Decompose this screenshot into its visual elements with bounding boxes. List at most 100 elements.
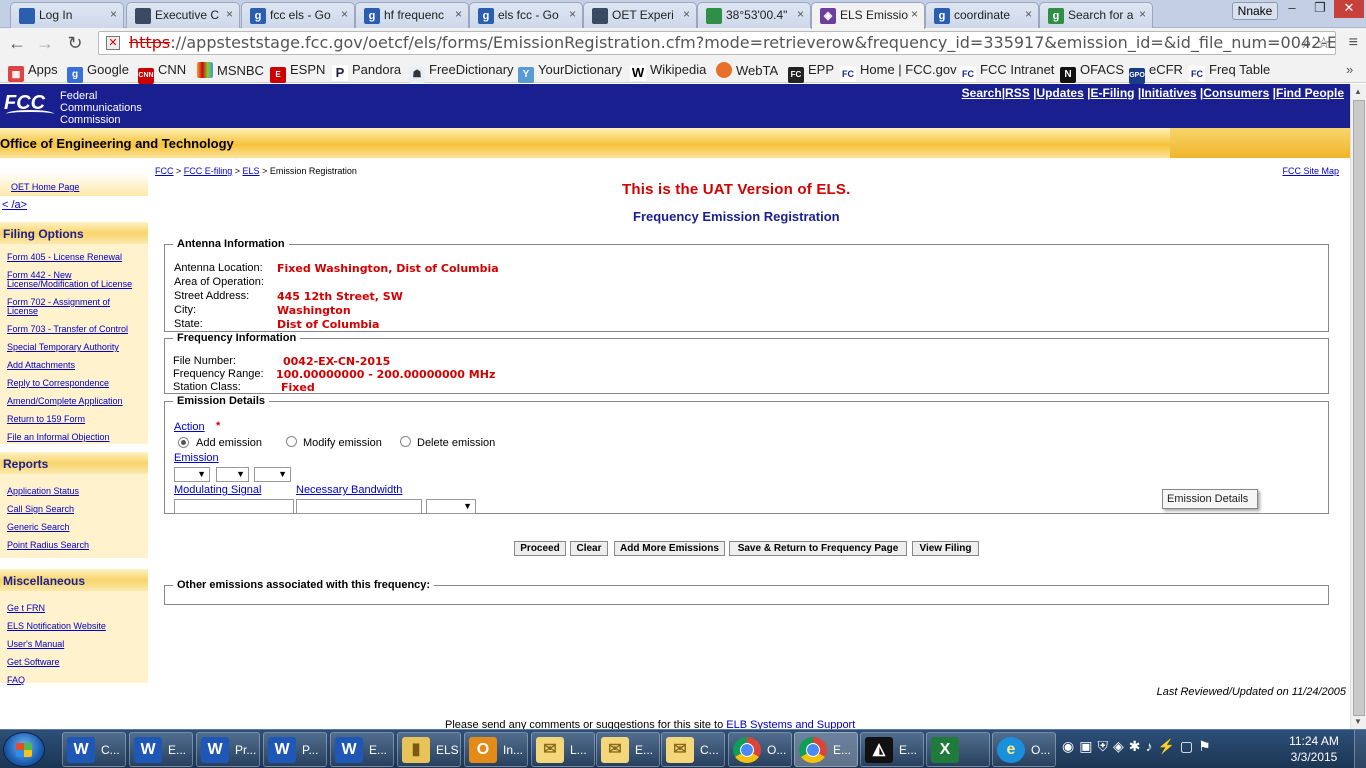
close-tab-icon[interactable]: × [455,7,462,21]
user-profile-button[interactable]: Nnake [1232,2,1278,20]
bookmark-pandora[interactable]: P Pandora [332,62,401,81]
browser-tab[interactable]: Executive C × [126,2,240,28]
close-tab-icon[interactable]: × [911,7,918,21]
taskbar-item[interactable]: ✉ L... [531,732,595,767]
bookmark-star-icon[interactable]: ☆ [1317,33,1331,52]
close-window-icon[interactable]: ✕ [1334,0,1364,18]
scroll-up-arrow-icon[interactable]: ▲ [1354,87,1362,96]
browser-tab[interactable]: g hf frequenc × [355,2,469,28]
bookmark-espn[interactable]: E ESPN [270,62,325,83]
bookmark-freq-table[interactable]: FC Freq Table [1189,62,1270,82]
maximize-icon[interactable]: ❐ [1306,0,1334,18]
office-tray-icon[interactable]: ▢ [1180,738,1198,754]
start-button[interactable] [3,732,45,767]
emission-select-1[interactable] [174,467,210,482]
scroll-down-arrow-icon[interactable]: ▼ [1354,717,1362,726]
bookmark-apps[interactable]: ▦ Apps [8,62,58,82]
taskbar-item-active[interactable]: E... [794,732,858,767]
bookmark-google[interactable]: g Google [67,62,129,83]
vm-tray-icon[interactable]: ▣ [1079,738,1097,754]
taskbar-item[interactable]: X [926,732,990,767]
taskbar-item[interactable]: ▮ ELS [397,732,461,767]
sidebar-item-add-attachments[interactable]: Add Attachments [7,360,75,370]
link-updates[interactable]: Updates [1036,86,1083,100]
power-icon[interactable]: ⚡ [1157,738,1179,754]
proceed-button[interactable]: Proceed [514,541,566,556]
browser-tab[interactable]: 38°53'00.4" × [697,2,811,28]
taskbar-item[interactable]: e O... [992,732,1056,767]
elb-systems-support-link[interactable]: ELB Systems and Support [726,719,855,729]
sidebar-item-amend[interactable]: Amend/Complete Application [7,396,123,406]
chrome-menu-icon[interactable]: ≡ [1349,34,1358,52]
breadcrumb-efiling[interactable]: FCC E-filing [184,166,233,176]
taskbar-item[interactable]: ◭ E... [860,732,924,767]
link-rss[interactable]: RSS [1005,86,1030,100]
bookmark-epp[interactable]: FC EPP [788,62,834,83]
emission-select-2[interactable] [216,467,249,482]
radio-modify-emission[interactable] [286,436,297,447]
bookmark-yourdictionary[interactable]: Y YourDictionary [518,62,622,83]
close-tab-icon[interactable]: × [110,7,117,21]
network-tray-icon[interactable]: ◈ [1113,738,1129,754]
forward-arrow-icon[interactable]: → [34,32,56,54]
bluetooth-icon[interactable]: ✱ [1129,738,1146,754]
bookmark-msnbc[interactable]: MSNBC [197,62,264,78]
browser-tab[interactable]: Log In × [10,2,124,28]
breadcrumb-els[interactable]: ELS [243,166,260,176]
sidebar-item-generic-search[interactable]: Generic Search [7,522,70,532]
show-desktop-button[interactable] [1354,730,1366,768]
browser-tab[interactable]: g els fcc - Go × [469,2,583,28]
taskbar-item[interactable]: ✉ E... [596,732,660,767]
link-initiatives[interactable]: Initiatives [1141,86,1196,100]
taskbar-item[interactable]: W E... [129,732,193,767]
sidebar-item-users-manual[interactable]: User's Manual [7,639,64,649]
taskbar-item[interactable]: W C... [62,732,126,767]
browser-tab-active[interactable]: ◈ ELS Emissio × [811,2,925,29]
sidebar-stray-link[interactable]: < /a> [2,200,27,211]
fcc-site-map-link[interactable]: FCC Site Map [1282,166,1339,176]
sidebar-item-form-405[interactable]: Form 405 - License Renewal [7,252,122,262]
bookmark-fcc-intranet[interactable]: FC FCC Intranet [960,62,1054,82]
taskbar-item[interactable]: O... [728,732,792,767]
close-tab-icon[interactable]: × [341,7,348,21]
emission-select-3[interactable] [254,467,291,482]
link-consumers[interactable]: Consumers [1203,86,1269,100]
taskbar-item[interactable]: W P... [263,732,327,767]
taskbar-item[interactable]: W E... [330,732,394,767]
browser-tab[interactable]: g coordinate × [925,2,1039,28]
sidebar-item-get-software[interactable]: Get Software [7,657,60,667]
bookmark-fcc-home[interactable]: FC Home | FCC.gov [840,62,957,82]
scrollbar-thumb[interactable] [1353,100,1365,716]
add-more-emissions-button[interactable]: Add More Emissions [614,541,725,556]
bookmark-webta[interactable]: WebTA [716,62,778,78]
bookmark-freedictionary[interactable]: ☗ FreeDictionary [409,62,514,83]
sidebar-item-informal-objection[interactable]: File an Informal Objection [7,432,110,442]
sidebar-item-form-702-cont[interactable]: License [7,306,38,316]
flag-tray-icon[interactable]: ⚑ [1198,738,1216,754]
volume-icon[interactable]: ♪ [1145,738,1157,754]
taskbar-item[interactable]: ✉ C... [661,732,725,767]
modulating-signal-help-link[interactable]: Modulating Signal [174,484,261,496]
bookmarks-overflow-icon[interactable]: » [1346,62,1353,77]
sidebar-item-faq[interactable]: FAQ [7,675,25,685]
address-bar[interactable]: ✕ https://appsteststage.fcc.gov/oetcf/els… [98,31,1336,55]
bookmark-cnn[interactable]: CNN CNN [138,62,186,84]
sidebar-item-els-notification[interactable]: ELS Notification Website [7,621,106,631]
minimize-icon[interactable]: – [1278,0,1306,18]
taskbar-item[interactable]: W Pr... [196,732,260,767]
sidebar-item-reply[interactable]: Reply to Correspondence [7,378,109,388]
bookmark-wikipedia[interactable]: W Wikipedia [630,62,706,81]
sidebar-item-application-status[interactable]: Application Status [7,486,79,496]
link-find-people[interactable]: Find People [1276,86,1344,100]
link-e-filing[interactable]: E-Filing [1090,86,1134,100]
browser-tab[interactable]: g fcc els - Go × [241,2,355,28]
sidebar-item-call-sign-search[interactable]: Call Sign Search [7,504,74,514]
sidebar-item-sta[interactable]: Special Temporary Authority [7,342,119,352]
taskbar-item[interactable]: O In... [464,732,528,767]
sidebar-item-form-703[interactable]: Form 703 - Transfer of Control [7,324,128,334]
sidebar-item-return-159[interactable]: Return to 159 Form [7,414,85,424]
browser-tab[interactable]: OET Experi × [583,2,697,28]
close-tab-icon[interactable]: × [226,7,233,21]
page-scrollbar[interactable]: ▲ ▼ [1350,84,1366,729]
breadcrumb-fcc[interactable]: FCC [155,166,174,176]
